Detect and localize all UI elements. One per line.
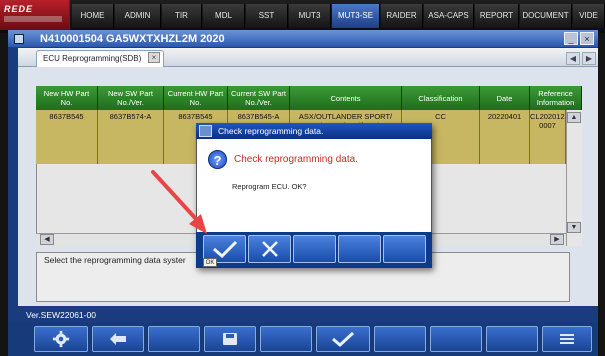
nav-tab-asa-caps[interactable]: ASA-CAPS <box>424 4 474 28</box>
logo-text: REDE <box>4 4 34 14</box>
ok-tooltip: OK <box>203 258 217 267</box>
column-header-date: Date <box>480 86 530 110</box>
cell-reference-information[interactable]: CL20201220 0007 <box>530 110 566 164</box>
dialog-button-3[interactable] <box>293 235 336 263</box>
nav-tab-admin[interactable]: ADMIN <box>115 4 161 28</box>
nav-tab-sst[interactable]: SST <box>246 4 288 28</box>
nav-tab-video[interactable]: VIDE <box>573 4 605 28</box>
nav-tab-mut3[interactable]: MUT3 <box>289 4 331 28</box>
scroll-down-icon[interactable]: ▼ <box>567 222 581 233</box>
cell-new-sw-part-no[interactable]: 8637B574-A <box>98 110 164 164</box>
cell-date[interactable]: 20220401 <box>480 110 530 164</box>
brand-logo: REDE <box>0 0 70 30</box>
column-header-reference-information: Reference Information <box>530 86 582 110</box>
toolbar-confirm-button[interactable] <box>316 326 370 352</box>
dialog-button-5[interactable] <box>383 235 426 263</box>
dialog-app-icon <box>199 125 212 137</box>
nav-tab-mdl[interactable]: MDL <box>203 4 245 28</box>
scroll-right-icon[interactable]: ▶ <box>550 234 564 245</box>
window-close-button[interactable]: × <box>580 32 594 45</box>
dialog-heading: Check reprogramming data. <box>234 154 358 165</box>
column-header-contents: Contents <box>290 86 402 110</box>
toolbar-button-8[interactable] <box>430 326 482 352</box>
nav-tab-report[interactable]: REPORT <box>475 4 519 28</box>
message-text: Select the reprogramming data syster <box>44 255 186 265</box>
nav-tab-tir[interactable]: TIR <box>162 4 202 28</box>
tab-close-icon[interactable]: × <box>148 52 160 63</box>
close-icon <box>261 241 278 257</box>
question-icon: ? <box>208 150 227 169</box>
back-arrow-icon <box>110 333 126 345</box>
toolbar-gear-button[interactable] <box>34 326 88 352</box>
dialog-button-4[interactable] <box>338 235 381 263</box>
list-icon <box>560 334 574 344</box>
column-header-new-hw-part-no: New HW Part No. <box>36 86 98 110</box>
toolbar-button-9[interactable] <box>486 326 538 352</box>
annotation-arrow-icon <box>151 170 207 234</box>
column-header-current-hw-part-no: Current HW Part No. <box>164 86 228 110</box>
tab-scroll-right-icon[interactable]: ▶ <box>582 52 596 65</box>
check-icon <box>212 240 237 258</box>
nav-tab-mut3-se[interactable]: MUT3-SE <box>332 4 380 28</box>
window-app-icon <box>14 34 24 44</box>
tab-scroll-left-icon[interactable]: ◀ <box>566 52 580 65</box>
toolbar-button-3[interactable] <box>148 326 200 352</box>
check-icon <box>332 331 355 347</box>
disk-icon <box>223 333 237 345</box>
column-header-current-sw-part-no: Current SW Part No./Ver. <box>228 86 290 110</box>
toolbar-button-7[interactable] <box>374 326 426 352</box>
minimize-button[interactable]: _ <box>564 32 578 45</box>
nav-tab-home[interactable]: HOME <box>72 4 114 28</box>
tab-ecu-reprogramming[interactable]: ECU Reprogramming(SDB) <box>36 50 164 67</box>
toolbar-button-5[interactable] <box>260 326 312 352</box>
cell-new-hw-part-no[interactable]: 8637B545 <box>36 110 98 164</box>
scroll-left-icon[interactable]: ◀ <box>40 234 54 245</box>
nav-tab-document[interactable]: DOCUMENT <box>520 4 572 28</box>
scroll-up-icon[interactable]: ▲ <box>567 112 581 123</box>
version-label: Ver.SEW22061-00 <box>26 310 96 320</box>
toolbar-save-button[interactable] <box>204 326 256 352</box>
toolbar-back-button[interactable] <box>92 326 144 352</box>
window-title: N410001504 GA5WXTXHZL2M 2020 <box>40 33 225 45</box>
gear-icon <box>52 330 70 348</box>
dialog-title: Check reprogramming data. <box>218 126 324 136</box>
dialog-message: Reprogram ECU. OK? <box>232 182 307 191</box>
column-header-new-sw-part-no: New SW Part No./Ver. <box>98 86 164 110</box>
column-header-classification: Classification <box>402 86 480 110</box>
toolbar-list-button[interactable] <box>542 326 592 352</box>
nav-tab-raider[interactable]: RAIDER <box>381 4 423 28</box>
dialog-cancel-button[interactable] <box>248 235 291 263</box>
